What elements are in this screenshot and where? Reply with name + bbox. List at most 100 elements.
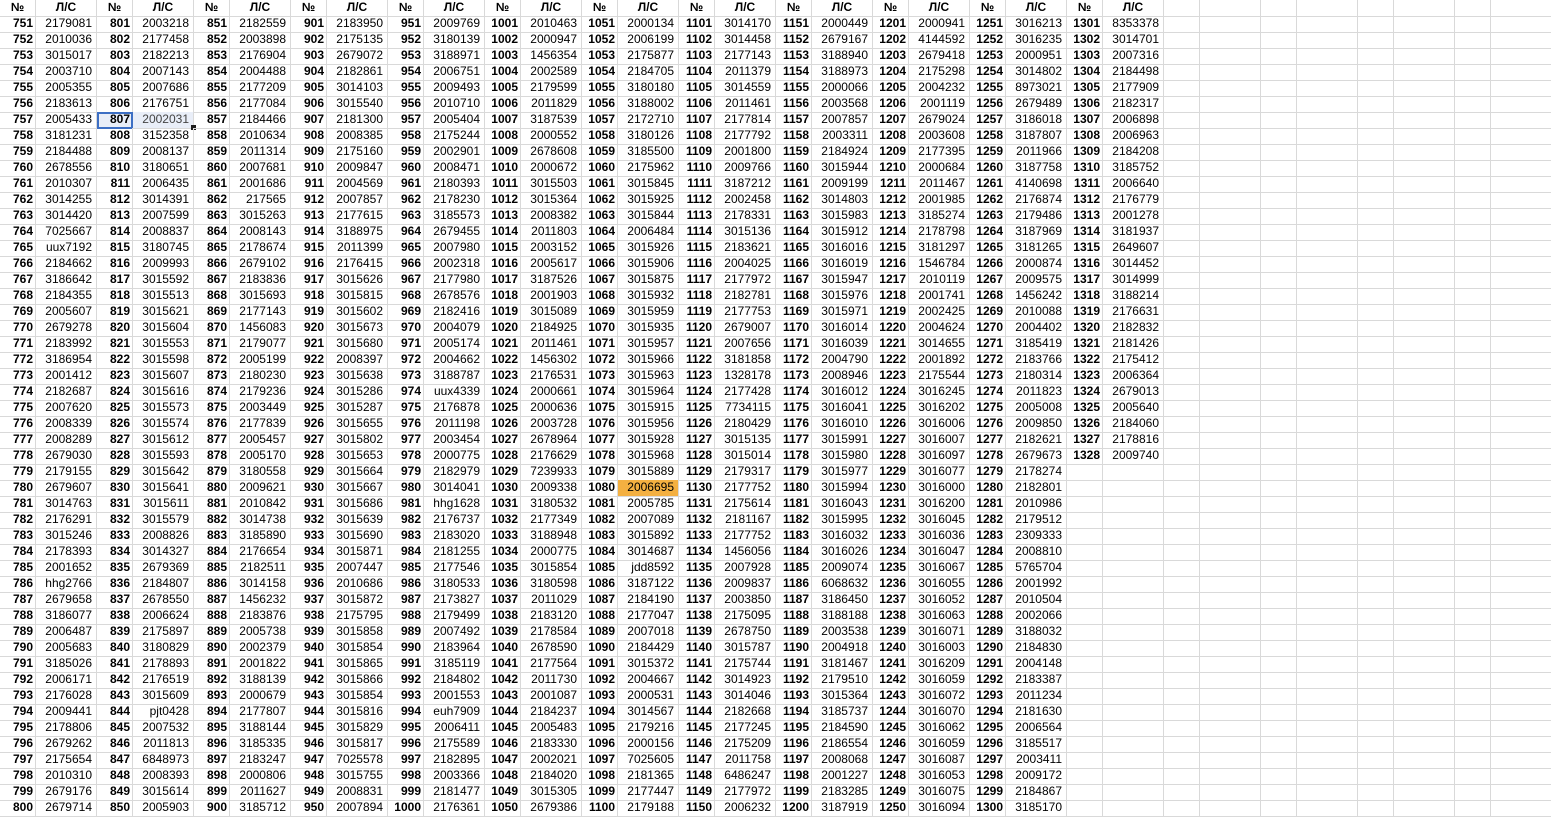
empty-cell[interactable] xyxy=(1455,640,1491,657)
account-cell[interactable]: 2009837 xyxy=(715,576,776,593)
row-number-cell[interactable]: 1124 xyxy=(679,384,715,401)
row-number-cell[interactable]: 990 xyxy=(388,640,424,657)
account-cell[interactable]: 2003538 xyxy=(812,624,873,641)
empty-cell[interactable] xyxy=(1491,176,1551,193)
account-cell[interactable]: 3186018 xyxy=(1006,112,1067,129)
empty-cell[interactable] xyxy=(1491,288,1551,305)
row-number-cell[interactable]: 1250 xyxy=(873,800,909,817)
account-cell[interactable]: 2006751 xyxy=(424,64,485,81)
account-cell[interactable]: 3015621 xyxy=(133,304,194,321)
row-number-cell[interactable]: 1244 xyxy=(873,704,909,721)
empty-cell[interactable] xyxy=(1261,208,1297,225)
row-number-cell[interactable]: 1165 xyxy=(776,240,812,257)
account-cell[interactable]: 2177245 xyxy=(715,720,776,737)
account-cell[interactable]: 2005457 xyxy=(230,432,291,449)
account-cell[interactable]: 2009850 xyxy=(1006,416,1067,433)
account-cell[interactable]: 3016059 xyxy=(909,672,970,689)
account-cell[interactable]: 2678750 xyxy=(715,624,776,641)
row-number-cell[interactable]: 962 xyxy=(388,192,424,209)
row-number-cell[interactable]: 1309 xyxy=(1067,144,1103,161)
row-number-cell[interactable]: 1230 xyxy=(873,480,909,497)
account-cell[interactable]: 2000661 xyxy=(521,384,582,401)
empty-cell[interactable] xyxy=(1358,688,1394,705)
row-number-cell[interactable]: 1163 xyxy=(776,208,812,225)
row-number-cell[interactable]: 1194 xyxy=(776,704,812,721)
empty-cell[interactable] xyxy=(1358,96,1394,113)
account-cell[interactable]: 2182317 xyxy=(1103,96,1164,113)
row-number-cell[interactable] xyxy=(1067,720,1103,737)
row-number-cell[interactable]: 1010 xyxy=(485,160,521,177)
row-number-cell[interactable]: 1004 xyxy=(485,64,521,81)
account-cell[interactable]: 7734115 xyxy=(715,400,776,417)
row-number-cell[interactable] xyxy=(1067,736,1103,753)
account-cell[interactable]: 3015995 xyxy=(812,512,873,529)
empty-cell[interactable] xyxy=(1261,16,1297,33)
account-cell[interactable]: 3181937 xyxy=(1103,224,1164,241)
empty-cell[interactable] xyxy=(1491,256,1551,273)
empty-cell[interactable] xyxy=(1455,512,1491,529)
account-cell[interactable]: 2184355 xyxy=(36,288,97,305)
account-cell[interactable]: 7025605 xyxy=(618,752,679,769)
empty-cell[interactable] xyxy=(1394,48,1455,65)
account-cell[interactable]: 2176737 xyxy=(424,512,485,529)
empty-cell[interactable] xyxy=(1491,128,1551,145)
row-number-cell[interactable]: 781 xyxy=(0,496,36,513)
column-header-account[interactable]: Л/С xyxy=(812,0,873,17)
account-cell[interactable]: 2011314 xyxy=(230,144,291,161)
row-number-cell[interactable]: 790 xyxy=(0,640,36,657)
row-number-cell[interactable]: 825 xyxy=(97,400,133,417)
account-cell[interactable]: 3015964 xyxy=(618,384,679,401)
account-cell[interactable]: 2679024 xyxy=(909,112,970,129)
account-cell[interactable]: 3015017 xyxy=(36,48,97,65)
row-number-cell[interactable]: 1198 xyxy=(776,768,812,785)
empty-cell[interactable] xyxy=(1455,544,1491,561)
row-number-cell[interactable]: 1091 xyxy=(582,656,618,673)
row-number-cell[interactable]: 906 xyxy=(291,96,327,113)
empty-cell[interactable] xyxy=(1358,128,1394,145)
account-cell[interactable]: 3015854 xyxy=(327,640,388,657)
row-number-cell[interactable]: 885 xyxy=(194,560,230,577)
account-cell[interactable]: 2007599 xyxy=(133,208,194,225)
account-cell[interactable]: 3015655 xyxy=(327,416,388,433)
row-number-cell[interactable]: 1002 xyxy=(485,32,521,49)
row-number-cell[interactable]: 948 xyxy=(291,768,327,785)
row-number-cell[interactable]: 1200 xyxy=(776,800,812,817)
account-cell[interactable] xyxy=(1103,512,1164,529)
account-cell[interactable]: 2679386 xyxy=(521,800,582,817)
empty-cell[interactable] xyxy=(1200,512,1261,529)
account-cell[interactable]: 2009740 xyxy=(1103,448,1164,465)
row-number-cell[interactable]: 1275 xyxy=(970,400,1006,417)
row-number-cell[interactable]: 869 xyxy=(194,304,230,321)
row-number-cell[interactable]: 1034 xyxy=(485,544,521,561)
row-number-cell[interactable]: 1315 xyxy=(1067,240,1103,257)
empty-cell[interactable] xyxy=(1358,512,1394,529)
empty-cell[interactable] xyxy=(1358,64,1394,81)
account-cell[interactable]: 3014923 xyxy=(715,672,776,689)
row-number-cell[interactable]: 1129 xyxy=(679,464,715,481)
row-number-cell[interactable] xyxy=(1067,544,1103,561)
row-number-cell[interactable]: 1274 xyxy=(970,384,1006,401)
row-number-cell[interactable]: 1035 xyxy=(485,560,521,577)
row-number-cell[interactable]: 955 xyxy=(388,80,424,97)
empty-cell[interactable] xyxy=(1455,144,1491,161)
account-cell[interactable]: 3188973 xyxy=(812,64,873,81)
empty-cell[interactable] xyxy=(1394,432,1455,449)
row-number-cell[interactable]: 1173 xyxy=(776,368,812,385)
empty-cell[interactable] xyxy=(1394,112,1455,129)
account-cell[interactable]: 2178584 xyxy=(521,624,582,641)
empty-cell[interactable] xyxy=(1261,192,1297,209)
row-number-cell[interactable]: 1146 xyxy=(679,736,715,753)
account-cell[interactable]: 2184925 xyxy=(521,320,582,337)
account-cell[interactable]: 2679176 xyxy=(36,784,97,801)
account-cell[interactable]: 3016070 xyxy=(909,704,970,721)
row-number-cell[interactable]: 968 xyxy=(388,288,424,305)
empty-cell[interactable] xyxy=(1164,96,1200,113)
row-number-cell[interactable]: 921 xyxy=(291,336,327,353)
row-number-cell[interactable]: 1102 xyxy=(679,32,715,49)
row-number-cell[interactable]: 1258 xyxy=(970,128,1006,145)
empty-cell[interactable] xyxy=(1358,256,1394,273)
empty-cell[interactable] xyxy=(1394,528,1455,545)
row-number-cell[interactable]: 1027 xyxy=(485,432,521,449)
row-number-cell[interactable]: 839 xyxy=(97,624,133,641)
row-number-cell[interactable]: 1147 xyxy=(679,752,715,769)
